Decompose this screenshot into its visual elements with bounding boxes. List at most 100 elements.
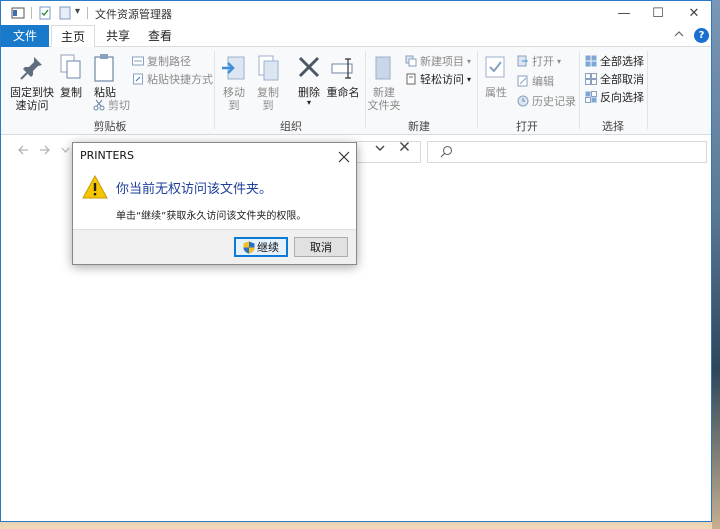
search-box[interactable] [427, 141, 707, 163]
cancel-button[interactable]: 取消 [294, 237, 348, 257]
edit-label: 编辑 [532, 75, 554, 88]
new-folder-quick-icon[interactable] [59, 6, 72, 20]
easy-access-label: 轻松访问 [420, 73, 464, 86]
new-folder-icon [371, 53, 397, 83]
cut-button[interactable]: 剪切 [93, 97, 130, 113]
delete-x-icon [297, 53, 321, 83]
group-separator [579, 51, 580, 129]
group-separator [365, 51, 366, 129]
select-none-label: 全部取消 [600, 73, 644, 86]
paste-shortcut-icon [133, 73, 143, 85]
copy-icon [59, 53, 83, 83]
title-bar: ▾ 文件资源管理器 — ☐ ✕ [1, 1, 711, 25]
properties-button[interactable]: 属性 [481, 53, 511, 99]
invert-selection-label: 反向选择 [600, 91, 644, 104]
move-to-icon [220, 53, 248, 83]
history-button[interactable]: 历史记录 [517, 93, 576, 109]
warning-icon [82, 174, 108, 202]
desktop-wallpaper-edge [712, 0, 720, 529]
delete-button[interactable]: 删除 ▾ [295, 53, 323, 107]
paste-shortcut-label: 粘贴快捷方式 [147, 73, 213, 86]
copy-to-button[interactable]: 复制到 [252, 53, 284, 112]
ribbon-home: 固定到快 速访问 复制 粘贴 复制路径 粘贴快捷方式 剪切 剪贴板 移动到 复制… [1, 47, 711, 135]
close-button[interactable]: ✕ [675, 1, 711, 25]
search-icon [440, 145, 453, 161]
dialog-close-icon[interactable] [338, 145, 350, 167]
scissors-icon [93, 99, 105, 111]
group-separator [477, 51, 478, 129]
copy-path-icon [132, 56, 144, 66]
select-none-icon [585, 73, 597, 85]
address-bar[interactable] [355, 141, 421, 163]
properties-icon [483, 53, 509, 83]
copy-button[interactable]: 复制 [57, 53, 85, 99]
new-folder-label-line2: 文件夹 [367, 99, 401, 112]
new-folder-label-line1: 新建 [373, 86, 395, 99]
dialog-main-instruction: 你当前无权访问该文件夹。 [116, 182, 273, 197]
open-button[interactable]: 打开 ▾ [517, 53, 561, 69]
select-group-label: 选择 [602, 120, 624, 133]
ribbon-tabs: 文件 主页 共享 查看 ? [1, 25, 711, 48]
help-area: ? [674, 28, 709, 43]
select-none-button[interactable]: 全部取消 [585, 71, 644, 87]
ribbon-collapse-chevron-icon[interactable] [674, 30, 684, 41]
window-icon[interactable] [11, 6, 25, 20]
edit-button[interactable]: 编辑 [517, 73, 554, 89]
properties-quick-icon[interactable] [39, 6, 52, 20]
new-item-label: 新建项目 [420, 55, 464, 68]
copy-label: 复制 [60, 86, 82, 99]
copy-to-icon [254, 53, 282, 83]
help-icon[interactable]: ? [694, 28, 709, 43]
open-label: 打开 [532, 55, 554, 68]
dialog-title: PRINTERS [80, 149, 135, 162]
continue-label: 继续 [257, 241, 279, 254]
rename-button[interactable]: 重命名 [325, 53, 361, 99]
pin-label-line2: 速访问 [15, 99, 49, 112]
copy-path-button[interactable]: 复制路径 [132, 53, 191, 69]
edit-icon [517, 75, 528, 87]
stop-loading-x-icon[interactable] [399, 141, 410, 156]
customize-quick-access-dropdown[interactable]: ▾ [75, 6, 80, 20]
dialog-content-text: 单击“继续”获取永久访问该文件夹的权限。 [116, 211, 307, 222]
easy-access-dropdown-icon: ▾ [467, 74, 472, 84]
tab-home[interactable]: 主页 [51, 25, 95, 48]
tab-share[interactable]: 共享 [99, 25, 137, 47]
maximize-button[interactable]: ☐ [639, 1, 677, 25]
open-dropdown-icon: ▾ [557, 56, 562, 66]
file-explorer-window: ▾ 文件资源管理器 — ☐ ✕ 文件 主页 共享 查看 ? 固定到快 速访问 复… [0, 0, 712, 522]
easy-access-icon [406, 73, 416, 85]
uac-shield-icon [243, 241, 255, 253]
paste-button[interactable]: 粘贴 [89, 53, 121, 99]
new-item-icon [405, 55, 417, 67]
new-item-button[interactable]: 新建项目 ▾ [405, 53, 471, 69]
new-folder-button[interactable]: 新建 文件夹 [367, 53, 401, 112]
history-label: 历史记录 [532, 95, 576, 108]
tab-view[interactable]: 查看 [141, 25, 179, 47]
move-to-button[interactable]: 移动到 [218, 53, 250, 112]
address-history-chevron-icon[interactable] [375, 144, 385, 155]
open-group-label: 打开 [516, 120, 538, 133]
open-icon [517, 55, 528, 67]
select-all-icon [585, 55, 597, 67]
new-group-label: 新建 [408, 120, 430, 133]
group-separator [647, 51, 648, 129]
minimize-button[interactable]: — [605, 1, 643, 25]
pin-label-line1: 固定到快 [10, 86, 54, 99]
copy-path-label: 复制路径 [147, 55, 191, 68]
back-arrow-icon[interactable] [17, 144, 29, 160]
recent-locations-chevron-icon[interactable] [61, 146, 70, 156]
tab-file[interactable]: 文件 [1, 25, 49, 47]
forward-arrow-icon[interactable] [39, 144, 51, 160]
dialog-button-bar: 继续 取消 [73, 229, 356, 264]
pin-to-quick-access-button[interactable]: 固定到快 速访问 [7, 53, 57, 112]
title-separator [87, 7, 88, 19]
history-icon [517, 95, 529, 107]
invert-selection-button[interactable]: 反向选择 [585, 89, 644, 105]
continue-button[interactable]: 继续 [234, 237, 288, 257]
paste-shortcut-button[interactable]: 粘贴快捷方式 [132, 71, 213, 87]
move-to-label: 移动到 [223, 86, 245, 112]
pin-icon [17, 53, 47, 83]
select-all-button[interactable]: 全部选择 [585, 53, 644, 69]
organize-group-label: 组织 [280, 120, 302, 133]
easy-access-button[interactable]: 轻松访问 ▾ [405, 71, 471, 87]
